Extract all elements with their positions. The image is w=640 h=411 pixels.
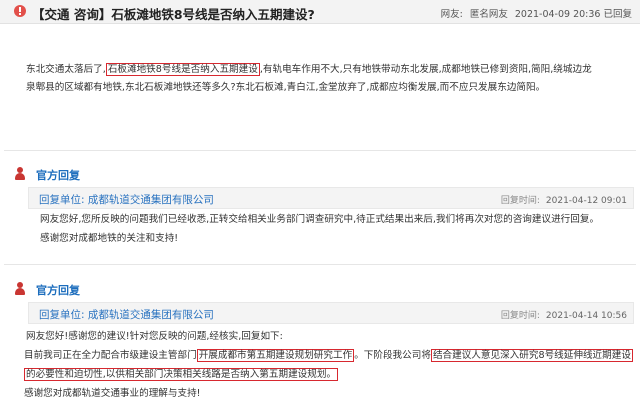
section-divider [4,264,636,265]
post-body: 东北交通太落后了, 石板滩地铁8号线是否纳入五期建设 ,有轨电车作用不大,只有地铁带… [26,61,626,97]
post-title: 【交通 咨询】石板滩地铁8号线是否纳入五期建设? [32,7,315,22]
alert-badge-icon [14,5,26,17]
post-datetime: 2021-04-09 20:36 已回复 [514,9,632,20]
reply-line: 网友您好!感谢您的建议!针对您反映的问题,经核实,回复如下: [26,331,283,342]
highlighted-question: 石板滩地铁8号线是否纳入五期建设 [105,63,260,76]
reply-line-text: 。下阶段我公司将 [354,350,431,361]
reply-time: 回复时间: 2021-04-12 09:01 [501,193,627,206]
reply-unit[interactable]: 回复单位: 成都轨道交通集团有限公司 [39,307,214,322]
reply-unit-name[interactable]: 成都轨道交通集团有限公司 [88,309,214,321]
reply-unit[interactable]: 回复单位: 成都轨道交通集团有限公司 [39,192,214,207]
reply-time-value: 2021-04-12 09:01 [545,196,627,206]
person-icon [14,282,26,296]
reply-unit-label: 回复单位: [39,194,85,206]
post-body-text: 东北交通太落后了, [26,64,106,75]
reply-title: 官方回复 [36,169,80,182]
reply-line: 感谢您对成都轨道交通事业的理解与支持! [24,388,201,399]
reply-unit-bar: 回复单位: 成都轨道交通集团有限公司 回复时间: 2021-04-14 10:56 [28,302,634,324]
post-body-text: ,有轨电车作用不大,只有地铁带动东北发展,成都地铁已修到资阳,简阳,绕城边龙 [259,64,592,75]
reply-content: 网友您好,您所反映的问题我们已经收悉,正转交给相关业务部门调查研究中,待正式结果… [40,210,632,248]
reply-unit-name[interactable]: 成都轨道交通集团有限公司 [88,194,214,206]
reply-time-label: 回复时间: [500,311,540,321]
reply-line: 感谢您对成都地铁的关注和支持! [40,233,179,244]
highlighted-necessity: 的必要性和迫切性,以供相关部门决策相关线路是否纳入第五期建设规划。 [24,368,339,381]
reply-content: 网友您好!感谢您的建议!针对您反映的问题,经核实,回复如下: 目前我司正在全力配… [24,327,636,403]
section-divider [4,150,636,151]
highlighted-line8-extension: 结合建议人意见深入研究8号线延伸线近期建设 [430,349,633,362]
reply-time-value: 2021-04-14 10:56 [545,311,627,321]
post-header: 【交通 咨询】石板滩地铁8号线是否纳入五期建设? 网友: 匿名网友 2021-0… [0,0,640,24]
netizen-label: 网友: [440,9,463,20]
reply-time: 回复时间: 2021-04-14 10:56 [501,308,627,321]
reply-line: 的必要性和迫切性,以供相关部门决策相关线路是否纳入第五期建设规划。 [24,365,636,384]
reply-line-text: 目前我司正在全力配合市级建设主管部门 [24,350,197,361]
highlighted-research-work: 开展成都市第五期建设规划研究工作 [196,349,355,362]
netizen-name: 匿名网友 [469,9,508,20]
post-meta: 网友: 匿名网友 2021-04-09 20:36 已回复 [437,6,632,20]
person-icon [14,167,26,181]
post-body-text: 泉郫县的区域都有地铁,东北石板滩地铁还等多久?东北石板滩,青白江,金堂放弃了,成… [26,82,546,93]
reply-unit-bar: 回复单位: 成都轨道交通集团有限公司 回复时间: 2021-04-12 09:01 [28,187,634,209]
reply-unit-label: 回复单位: [39,309,85,321]
reply-time-label: 回复时间: [500,196,540,206]
reply-line: 目前我司正在全力配合市级建设主管部门 开展成都市第五期建设规划研究工作 。下阶段我公… [24,346,636,365]
reply-line: 网友您好,您所反映的问题我们已经收悉,正转交给相关业务部门调查研究中,待正式结果… [40,214,600,225]
reply-title: 官方回复 [36,284,80,297]
